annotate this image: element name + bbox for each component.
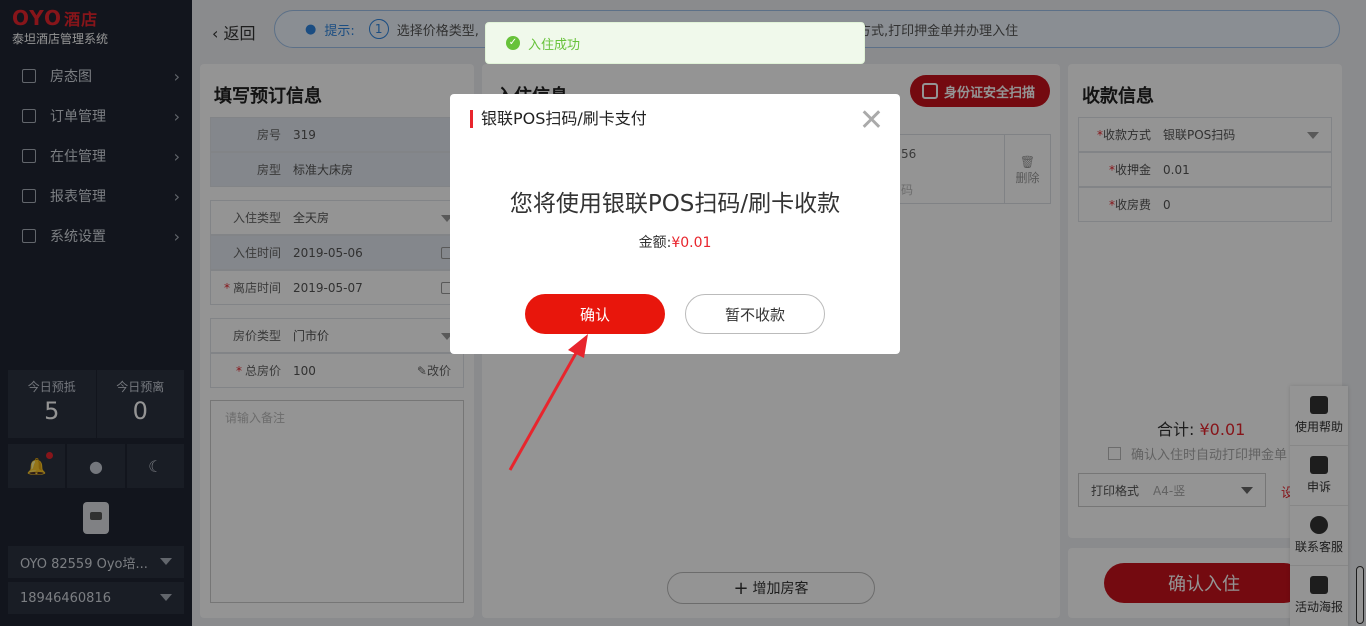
payment-dialog: 银联POS扫码/刷卡支付 ✕ 您将使用银联POS扫码/刷卡收款 金额:¥0.01… (450, 94, 900, 354)
dialog-amount: 金额:¥0.01 (450, 232, 900, 252)
dialog-amount-label: 金额: (638, 235, 672, 251)
check-icon: ✓ (506, 36, 520, 50)
confirm-button[interactable]: 确认 (525, 294, 665, 334)
toast-text: 入住成功 (528, 37, 581, 53)
dialog-message: 您将使用银联POS扫码/刷卡收款 (509, 191, 841, 217)
skip-payment-button[interactable]: 暂不收款 (685, 294, 825, 334)
annotation-arrow (508, 334, 588, 471)
dialog-title: 银联POS扫码/刷卡支付 (470, 110, 647, 128)
dialog-amount-value: ¥0.01 (671, 235, 712, 251)
close-icon[interactable]: ✕ (859, 106, 884, 136)
success-toast: ✓ 入住成功 (485, 22, 865, 64)
